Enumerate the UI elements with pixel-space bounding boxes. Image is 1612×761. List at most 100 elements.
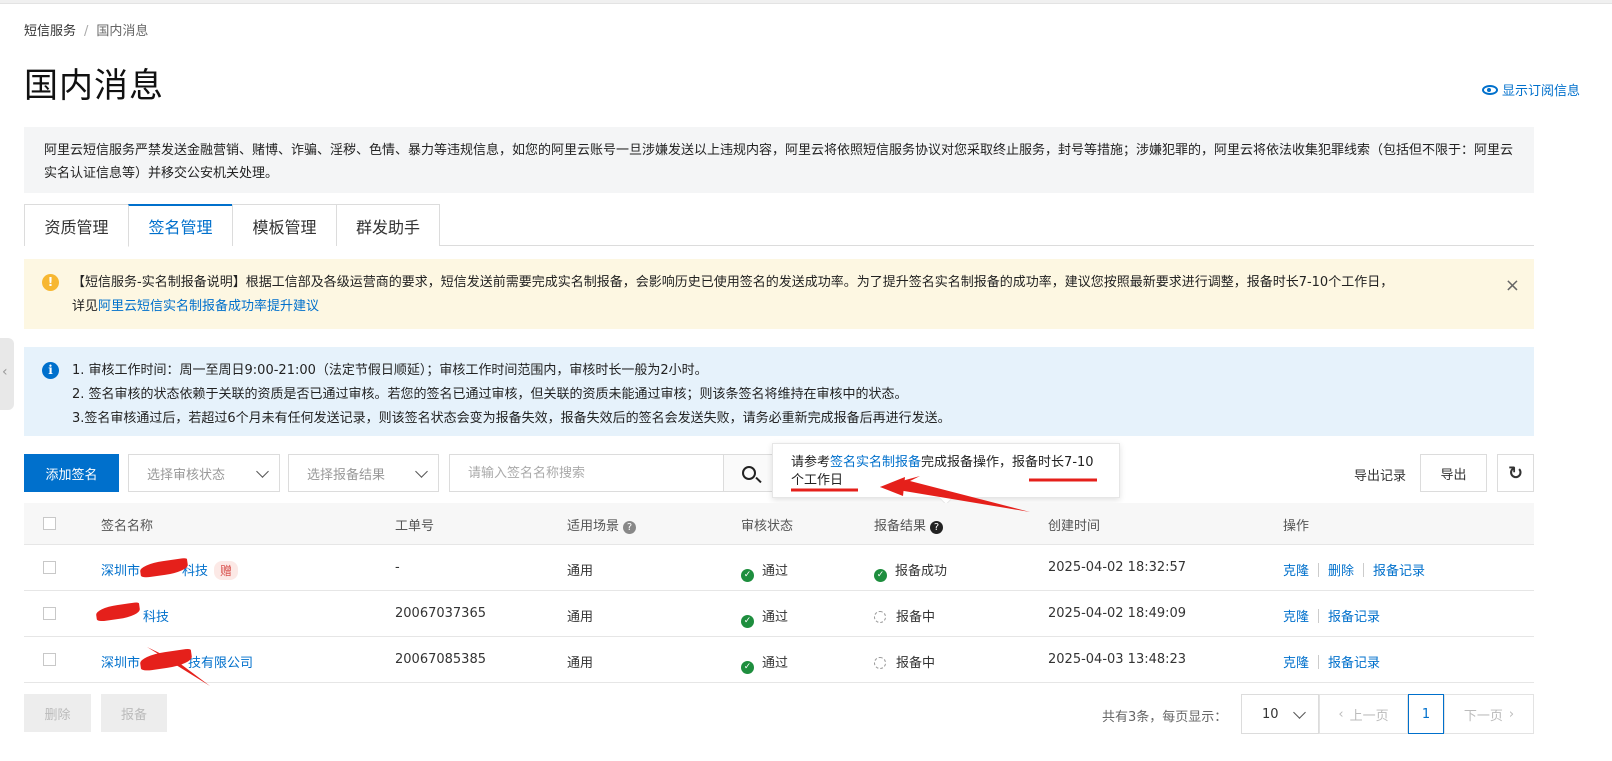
info-line: 1. 审核工作时间：周一至周日9:00-21:00（法定节假日顺延）；审核工作时…	[72, 363, 708, 378]
tab-template[interactable]: 模板管理	[232, 204, 336, 246]
audit-status: ✓ 通过	[741, 606, 788, 628]
col-name: 签名名称	[101, 519, 154, 534]
chevron-down-icon	[256, 465, 269, 478]
info-line: 3.签名审核通过后，若超过6个月未有任何发送记录，则该签名状态会变为报备失效，报…	[72, 411, 951, 426]
audit-status: ✓ 通过	[741, 560, 788, 582]
breadcrumb-current: 国内消息	[96, 24, 149, 39]
tab-qualification[interactable]: 资质管理	[24, 204, 128, 246]
select-all-checkbox[interactable]	[43, 517, 56, 530]
warning-text: 【短信服务-实名制报备说明】根据工信部及各级运营商的要求，短信发送前需要完成实名…	[72, 275, 1394, 290]
compliance-notice: 阿里云短信服务严禁发送金融营销、赌博、诈骗、淫秽、色情、暴力等违规信息，如您的阿…	[24, 127, 1534, 193]
created-time: 2025-04-03 13:48:23	[1048, 652, 1187, 667]
tab-bulk-send[interactable]: 群发助手	[336, 204, 440, 246]
name-suffix: 科技	[143, 610, 170, 625]
warning-link[interactable]: 阿里云短信实名制报备成功率提升建议	[98, 299, 319, 314]
check-circle-icon: ✓	[874, 569, 887, 582]
row-checkbox[interactable]	[43, 653, 56, 666]
col-audit: 审核状态	[741, 519, 794, 534]
ticket-number: 20067037365	[395, 606, 486, 621]
page-size-select[interactable]: 10	[1241, 694, 1319, 734]
scene: 通用	[567, 610, 594, 625]
clone-link[interactable]: 克隆	[1283, 610, 1309, 625]
name-prefix: 深圳市	[101, 564, 141, 579]
signature-search-input[interactable]	[449, 454, 724, 492]
created-time: 2025-04-02 18:32:57	[1048, 560, 1187, 575]
audit-status-select[interactable]: 选择审核状态	[128, 454, 280, 492]
check-circle-icon: ✓	[741, 661, 754, 674]
bulk-delete-button[interactable]: 删除	[24, 694, 91, 732]
page-size-value: 10	[1262, 706, 1279, 722]
export-button[interactable]: 导出	[1420, 454, 1487, 492]
warning-prefix: 详见	[72, 299, 99, 314]
ticket-number: 20067085385	[395, 652, 486, 667]
col-scene-label: 适用场景	[567, 519, 620, 534]
check-circle-icon: ✓	[741, 615, 754, 628]
bulk-report-button[interactable]: 报备	[101, 694, 167, 732]
info-icon: i	[42, 362, 59, 379]
next-label: 下一页	[1463, 708, 1503, 724]
sidebar-collapse-handle[interactable]: ‹	[0, 338, 14, 410]
eye-icon	[1481, 84, 1498, 95]
tooltip-link[interactable]: 签名实名制报备	[830, 455, 921, 470]
report-records-link[interactable]: 报备记录	[1373, 564, 1425, 579]
delete-link[interactable]: 删除	[1328, 564, 1354, 579]
close-icon[interactable]: ×	[1505, 274, 1520, 298]
scene: 通用	[567, 564, 594, 579]
ticket-number: -	[395, 560, 400, 575]
created-time: 2025-04-02 18:49:09	[1048, 606, 1187, 621]
clone-link[interactable]: 克隆	[1283, 564, 1309, 579]
report-label: 报备中	[896, 610, 936, 625]
help-icon[interactable]: ?	[623, 521, 637, 534]
report-result-select[interactable]: 选择报备结果	[288, 454, 439, 492]
report-records-link[interactable]: 报备记录	[1328, 656, 1380, 671]
row-actions: 克隆 报备记录	[1283, 606, 1380, 625]
report-label: 报备中	[896, 656, 936, 671]
next-page-button[interactable]: 下一页 ›	[1444, 694, 1534, 734]
refresh-button[interactable]: ↻	[1497, 454, 1534, 492]
table-row: 深圳市 技有限公司 20067085385 通用 ✓ 通过 报备中 2025-04-…	[24, 637, 1534, 683]
info-line: 2. 签名审核的状态依赖于关联的资质是否已通过审核。若您的签名已通过审核，但关联…	[72, 387, 908, 402]
current-page[interactable]: 1	[1408, 694, 1444, 734]
chevron-down-icon	[415, 465, 428, 478]
audit-status: ✓ 通过	[741, 652, 788, 674]
search-button[interactable]	[723, 454, 775, 492]
audit-status-placeholder: 选择审核状态	[147, 467, 226, 483]
table-row: 深圳市 科技赠 - 通用 ✓ 通过 ✓ 报备成功 2025-04-02 18:32:5…	[24, 545, 1534, 591]
col-report: 报备结果?	[874, 515, 944, 534]
check-circle-icon: ✓	[741, 569, 754, 582]
clone-link[interactable]: 克隆	[1283, 656, 1309, 671]
audit-label: 通过	[762, 610, 789, 625]
row-actions: 克隆 报备记录	[1283, 652, 1380, 671]
chevron-left-icon: ‹	[1338, 706, 1344, 722]
help-icon[interactable]: ?	[930, 521, 944, 534]
report-status: 报备中	[874, 606, 935, 625]
show-subscribe-link[interactable]: 显示订阅信息	[1481, 80, 1580, 99]
warning-icon: !	[42, 274, 59, 291]
export-records-link[interactable]: 导出记录	[1354, 465, 1406, 484]
report-label: 报备成功	[895, 564, 948, 579]
audit-label: 通过	[762, 564, 789, 579]
breadcrumb-root[interactable]: 短信服务	[24, 24, 76, 39]
col-scene: 适用场景?	[567, 515, 637, 534]
report-result-placeholder: 选择报备结果	[307, 467, 386, 483]
tooltip-middle: 完成报备操作，	[921, 455, 1013, 470]
tab-signature[interactable]: 签名管理	[128, 204, 232, 247]
loading-icon	[874, 657, 886, 669]
row-checkbox[interactable]	[43, 607, 56, 620]
col-report-label: 报备结果	[874, 519, 927, 534]
chevron-right-icon: ›	[1508, 706, 1515, 722]
row-checkbox[interactable]	[43, 561, 56, 574]
row-actions: 克隆 删除 报备记录	[1283, 560, 1425, 579]
search-icon	[742, 466, 756, 480]
chevron-left-icon: ‹	[2, 364, 8, 380]
signature-table: 签名名称 工单号 适用场景? 审核状态 报备结果? 创建时间 操作 深圳市科技 赠…	[24, 503, 1534, 683]
add-signature-button[interactable]: 添加签名	[24, 454, 119, 492]
prev-page-button[interactable]: ‹ 上一页	[1319, 694, 1408, 734]
breadcrumb-separator: /	[84, 24, 89, 39]
breadcrumb: 短信服务 / 国内消息	[24, 20, 148, 39]
report-status: 报备中	[874, 652, 935, 671]
report-status: ✓ 报备成功	[874, 560, 947, 582]
table-header: 签名名称 工单号 适用场景? 审核状态 报备结果? 创建时间 操作	[24, 503, 1534, 545]
gift-badge: 赠	[214, 561, 239, 580]
report-records-link[interactable]: 报备记录	[1328, 610, 1380, 625]
